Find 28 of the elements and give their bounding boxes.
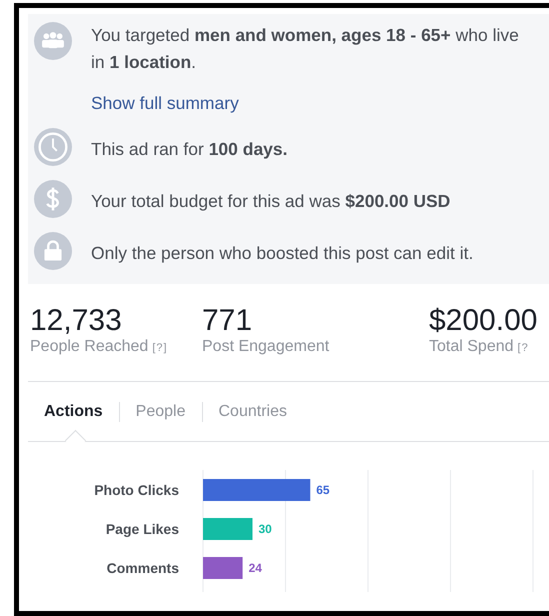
help-link[interactable]: [?	[518, 342, 529, 354]
bar	[203, 518, 252, 540]
stat-label: Total Spend	[429, 338, 514, 356]
people-icon	[34, 22, 72, 60]
bar	[203, 557, 243, 579]
stat-value: $200.00	[429, 304, 538, 338]
category-label: Comments	[106, 560, 179, 576]
value-label: 24	[248, 561, 262, 575]
tab[interactable]: Countries	[218, 402, 287, 422]
help-link[interactable]: [?]	[152, 342, 168, 354]
tab[interactable]: People	[136, 402, 186, 422]
summary-text: This ad ran for 100 days.	[91, 138, 288, 161]
stat-value: 771	[202, 304, 254, 338]
tab[interactable]: Actions	[44, 402, 103, 422]
clock-icon	[34, 128, 72, 166]
stat-label: Post Engagement	[202, 338, 330, 356]
category-label: Photo Clicks	[94, 482, 179, 498]
category-label: Page Likes	[106, 521, 179, 537]
stat-value: 12,733	[30, 304, 123, 338]
summary-text: Only the person who boosted this post can edit it.	[91, 242, 474, 265]
stat-label: People Reached	[30, 338, 148, 356]
summary-text: Your total budget for this ad was $200.00 USD	[91, 190, 450, 213]
lock-icon	[34, 232, 72, 270]
value-label: 30	[258, 522, 272, 536]
value-label: 65	[316, 483, 330, 497]
summary-text: You targeted men and women, ages 18 - 65+ who live in 1 location.	[91, 24, 520, 74]
summary-link[interactable]: Show full summary	[91, 93, 239, 114]
dollar-icon	[34, 180, 72, 218]
